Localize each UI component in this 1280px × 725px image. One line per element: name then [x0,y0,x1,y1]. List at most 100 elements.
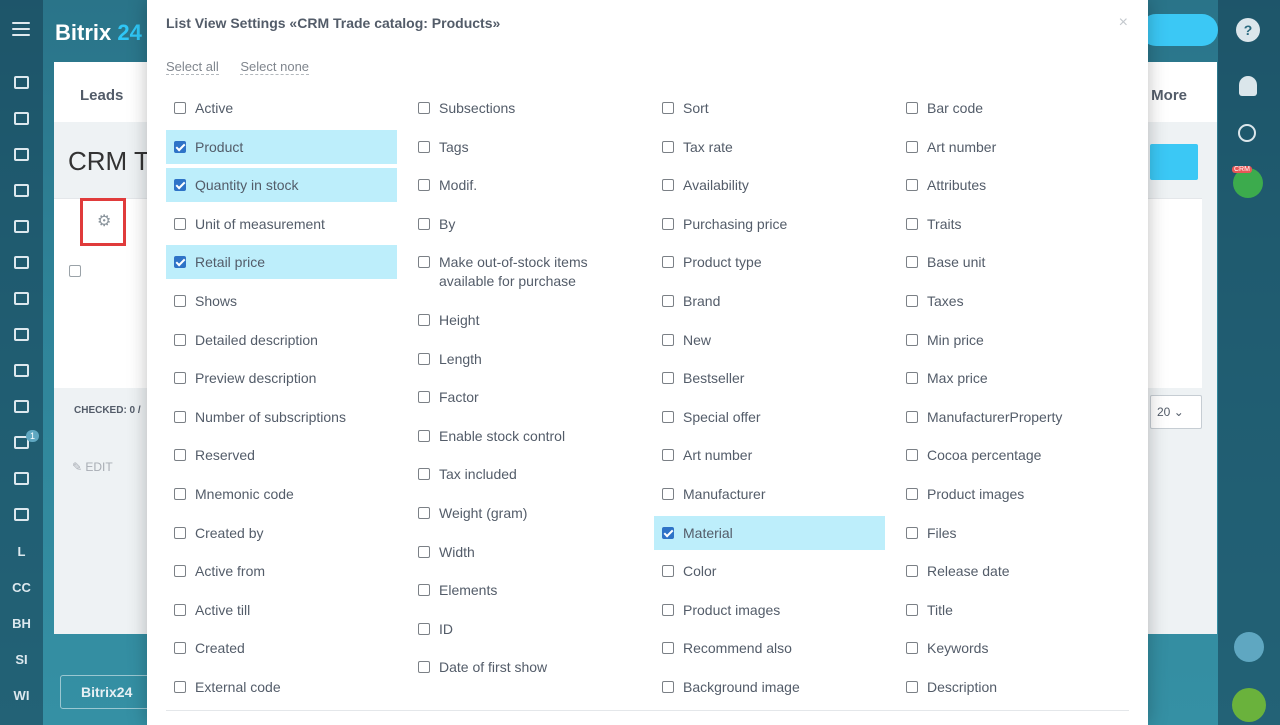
field-option[interactable]: Bar code [898,91,1129,125]
field-option[interactable]: Height [410,303,641,337]
checkbox[interactable] [662,256,674,269]
checkbox[interactable] [418,661,430,674]
checkbox[interactable] [174,449,186,462]
field-option[interactable]: By [410,207,641,241]
field-option[interactable]: Sort [654,91,885,125]
field-option[interactable]: Tax included [410,457,641,491]
checkbox[interactable] [174,217,186,230]
checkbox[interactable] [174,410,186,423]
checkbox[interactable] [662,102,674,114]
checkbox[interactable] [662,333,674,346]
field-option[interactable]: Release date [898,554,1129,588]
document-icon[interactable] [1234,632,1264,662]
field-option[interactable]: New [654,323,885,357]
field-option[interactable]: Preview description [166,361,397,395]
field-option[interactable]: Product images [654,593,885,627]
field-option[interactable]: Manufacturer [654,477,885,511]
checkbox[interactable] [906,603,918,616]
field-option[interactable]: Active [166,91,397,125]
checkbox[interactable] [174,102,186,114]
sidebar-item-phone[interactable] [0,400,43,416]
field-option[interactable]: Keywords [898,631,1129,665]
checkbox[interactable] [174,333,186,346]
checkbox-checked[interactable] [174,256,186,269]
checkbox[interactable] [906,140,918,153]
checkbox[interactable] [662,217,674,230]
checkbox-checked[interactable] [174,179,186,192]
field-option[interactable]: Color [654,554,885,588]
checkbox[interactable] [174,526,186,539]
field-option[interactable]: Background image [654,670,885,704]
grid-settings-highlight[interactable]: ⚙ [80,198,126,246]
checkbox[interactable] [662,487,674,500]
checkbox[interactable] [906,680,918,693]
checkbox[interactable] [418,352,430,365]
field-option[interactable]: Mnemonic code [166,477,397,511]
checkbox[interactable] [418,140,430,153]
field-option[interactable]: Traits [898,207,1129,241]
edit-action[interactable]: ✎ EDIT [72,460,113,474]
checkbox[interactable] [906,449,918,462]
field-option[interactable]: Description [898,670,1129,704]
field-option[interactable]: Created by [166,516,397,550]
checkbox[interactable] [418,217,430,230]
checkbox[interactable] [174,680,186,693]
select-all-link[interactable]: Select all [166,59,219,75]
field-option[interactable]: Quantity in stock [166,168,397,203]
checkbox[interactable] [906,487,918,500]
field-option[interactable]: Tax rate [654,130,885,164]
sidebar-item-wi[interactable]: WI [0,688,43,703]
sidebar-item-bh[interactable]: BH [0,616,43,631]
checkbox[interactable] [418,429,430,442]
invite-button[interactable] [1140,14,1218,46]
field-option[interactable]: Weight (gram) [410,496,641,530]
checkbox[interactable] [418,468,430,481]
field-option[interactable]: Created [166,631,397,665]
checkbox[interactable] [662,294,674,307]
sidebar-item-tasks[interactable] [0,112,43,128]
menu-icon[interactable] [12,22,30,36]
sidebar-item-time[interactable] [0,364,43,380]
logo[interactable]: Bitrix 24 [55,20,142,46]
checkbox[interactable] [418,506,430,519]
field-option[interactable]: Elements [410,573,641,607]
field-option[interactable]: Product images [898,477,1129,511]
close-icon[interactable]: × [1119,14,1128,32]
field-option[interactable]: Bestseller [654,361,885,395]
field-option[interactable]: Active from [166,554,397,588]
checkbox[interactable] [418,256,430,269]
field-option[interactable]: Number of subscriptions [166,400,397,434]
field-option[interactable]: Product type [654,245,885,279]
field-option[interactable]: Base unit [898,245,1129,279]
checkbox[interactable] [662,179,674,192]
gear-icon[interactable]: ⚙ [97,211,111,231]
checkbox[interactable] [662,449,674,462]
field-option[interactable]: Reserved [166,438,397,472]
field-option[interactable]: Tags [410,130,641,164]
checkbox[interactable] [418,545,430,558]
sidebar-item-apps[interactable] [0,292,43,308]
field-option[interactable]: Files [898,516,1129,550]
checkbox[interactable] [662,603,674,616]
checkbox[interactable] [174,372,186,385]
field-option[interactable]: Material [654,515,885,550]
sidebar-item-card[interactable] [0,508,43,524]
field-option[interactable]: Length [410,342,641,376]
add-button[interactable] [1150,144,1198,180]
field-option[interactable]: Make out-of-stock items available for pu… [410,245,641,298]
field-option[interactable]: Purchasing price [654,207,885,241]
field-option[interactable]: Product [166,129,397,164]
checkbox[interactable] [174,294,186,307]
field-option[interactable]: Width [410,535,641,569]
checkbox[interactable] [662,642,674,655]
sidebar-item-contacts[interactable] [0,184,43,200]
field-option[interactable]: Active till [166,593,397,627]
field-option[interactable]: Unit of measurement [166,207,397,241]
bottom-tab[interactable]: Bitrix24 [60,675,160,709]
field-option[interactable]: ID [410,612,641,646]
checkbox-checked[interactable] [174,140,186,153]
field-option[interactable]: Art number [654,438,885,472]
sidebar-item-cc[interactable]: CC [0,580,43,595]
checkbox[interactable] [174,603,186,616]
sidebar-item-si[interactable]: SI [0,652,43,667]
